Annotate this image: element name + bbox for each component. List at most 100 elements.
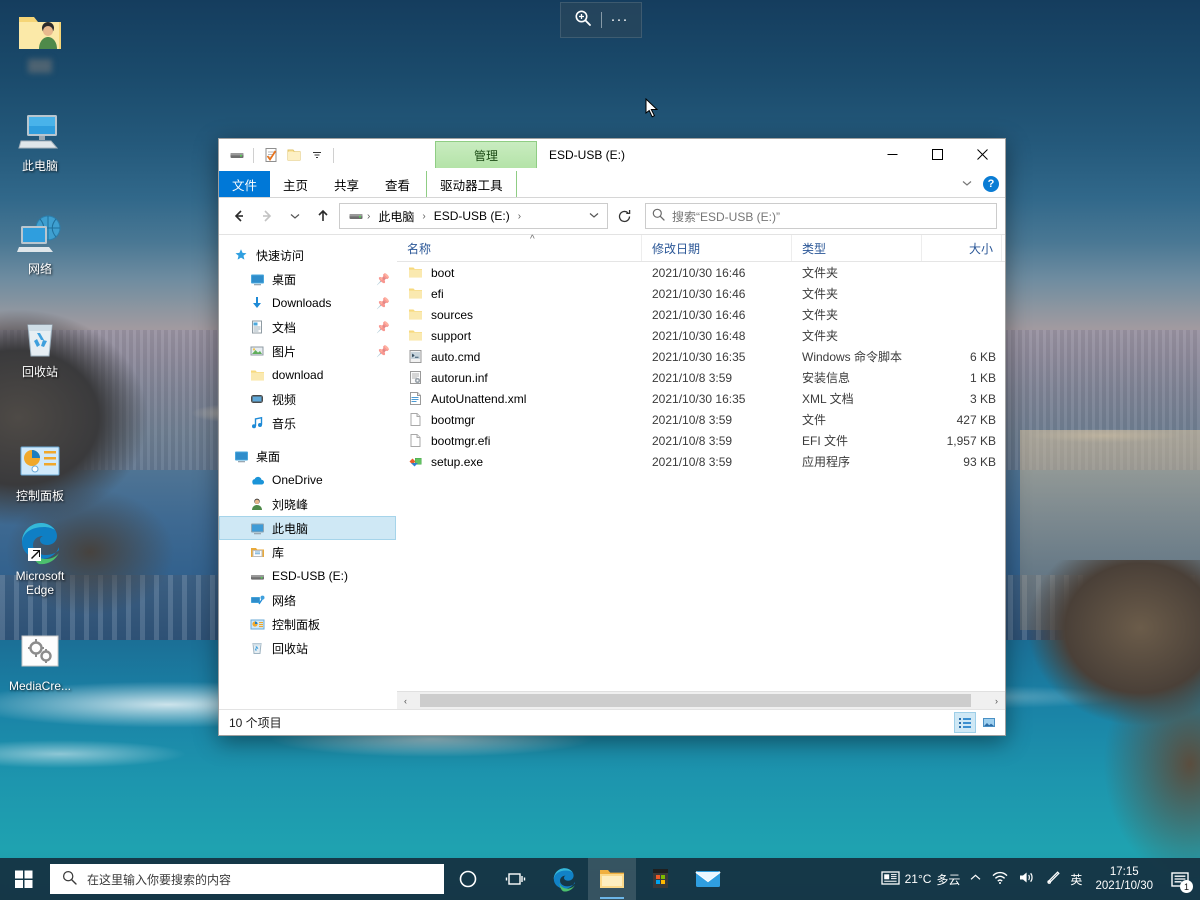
- table-row[interactable]: AutoUnattend.xml 2021/10/30 16:35 XML 文档…: [397, 388, 1005, 409]
- sidebar-item-libraries[interactable]: 库: [219, 540, 396, 564]
- refresh-button[interactable]: [612, 204, 636, 228]
- search-input[interactable]: 搜索“ESD-USB (E:)”: [645, 203, 997, 229]
- table-row[interactable]: sources 2021/10/30 16:46 文件夹: [397, 304, 1005, 325]
- horizontal-scrollbar[interactable]: ‹ ›: [397, 691, 1005, 709]
- breadcrumb-item-this-pc[interactable]: 此电脑: [373, 208, 419, 225]
- sidebar-item-network[interactable]: 网络: [219, 588, 396, 612]
- table-row[interactable]: bootmgr.efi 2021/10/8 3:59 EFI 文件 1,957 …: [397, 430, 1005, 451]
- sidebar-item-downloads[interactable]: Downloads 📌: [219, 291, 396, 315]
- cortana-button[interactable]: [444, 858, 492, 900]
- wifi-icon[interactable]: [991, 870, 1009, 888]
- tab-drive-tools[interactable]: 驱动器工具: [426, 171, 517, 197]
- address-row[interactable]: › 此电脑 › ESD-USB (E:) ›: [219, 198, 1005, 235]
- window-controls[interactable]: [870, 139, 1005, 170]
- breadcrumb-separator-3[interactable]: ›: [517, 211, 522, 222]
- column-header-type[interactable]: 类型: [792, 235, 922, 261]
- desktop-icon-edge[interactable]: Microsoft Edge: [2, 518, 78, 597]
- sidebar-item-this-pc[interactable]: 此电脑: [219, 516, 396, 540]
- ime-indicator[interactable]: 英: [1070, 871, 1082, 888]
- window-title-bar[interactable]: 管理 ESD-USB (E:): [219, 139, 1005, 171]
- breadcrumb-separator-2[interactable]: ›: [421, 211, 426, 222]
- pen-icon[interactable]: [1045, 870, 1061, 889]
- sidebar-item-esd-usb[interactable]: ESD-USB (E:): [219, 564, 396, 588]
- sidebar-item-user[interactable]: 刘晓峰: [219, 492, 396, 516]
- table-row[interactable]: setup.exe 2021/10/8 3:59 应用程序 93 KB: [397, 451, 1005, 472]
- notification-center-button[interactable]: 1: [1166, 858, 1194, 900]
- taskbar-clock[interactable]: 17:15 2021/10/30: [1091, 865, 1157, 893]
- table-row[interactable]: autorun.inf 2021/10/8 3:59 安装信息 1 KB: [397, 367, 1005, 388]
- column-header-name[interactable]: 名称: [397, 235, 642, 261]
- help-button[interactable]: ?: [983, 176, 999, 192]
- pin-icon[interactable]: 📌: [376, 297, 390, 310]
- close-button[interactable]: [960, 139, 1005, 170]
- desktop-icon-user-folder[interactable]: [2, 8, 78, 73]
- tab-file[interactable]: 文件: [219, 171, 270, 197]
- desktop-icon-control-panel[interactable]: 控制面板: [2, 438, 78, 503]
- maximize-button[interactable]: [915, 139, 960, 170]
- table-row[interactable]: support 2021/10/30 16:48 文件夹: [397, 325, 1005, 346]
- system-tray[interactable]: 21°C 多云: [881, 858, 1200, 900]
- quick-access-toolbar[interactable]: [219, 146, 337, 165]
- breadcrumb-separator[interactable]: ›: [366, 211, 371, 222]
- sidebar-item-recycle-bin[interactable]: 回收站: [219, 636, 396, 660]
- tab-home[interactable]: 主页: [270, 171, 321, 197]
- tab-share[interactable]: 共享: [321, 171, 372, 197]
- address-history-dropdown-icon[interactable]: [588, 209, 600, 224]
- desktop-icon-recycle-bin[interactable]: 回收站: [2, 314, 78, 379]
- file-explorer-button[interactable]: [588, 858, 636, 900]
- sidebar-item-desktop-root[interactable]: 桌面: [219, 444, 396, 468]
- taskbar-search-input[interactable]: 在这里输入你要搜索的内容: [50, 864, 444, 894]
- sidebar-item-download-folder[interactable]: download: [219, 363, 396, 387]
- sidebar-item-pictures[interactable]: 图片 📌: [219, 339, 396, 363]
- pin-icon[interactable]: 📌: [376, 273, 390, 286]
- file-list-pane[interactable]: 名称 修改日期 类型 大小 ^ boot 2021/10/30 16:46 文件…: [397, 235, 1005, 709]
- scrollbar-thumb[interactable]: [420, 694, 971, 707]
- microsoft-store-button[interactable]: [636, 858, 684, 900]
- speaker-icon[interactable]: [1018, 870, 1036, 888]
- edge-button[interactable]: [540, 858, 588, 900]
- pin-icon[interactable]: 📌: [376, 321, 390, 334]
- magnifier-zoom-in-icon[interactable]: [574, 9, 592, 32]
- table-row[interactable]: efi 2021/10/30 16:46 文件夹: [397, 283, 1005, 304]
- details-view-button[interactable]: [954, 712, 976, 733]
- up-button[interactable]: [311, 204, 335, 228]
- sidebar-item-desktop[interactable]: 桌面 📌: [219, 267, 396, 291]
- pin-icon[interactable]: 📌: [376, 345, 390, 358]
- desktop[interactable]: 此电脑 网络 回收站: [0, 0, 1200, 900]
- sidebar-item-control-panel[interactable]: 控制面板: [219, 612, 396, 636]
- tab-view[interactable]: 查看: [372, 171, 423, 197]
- breadcrumb-item-esd-usb[interactable]: ESD-USB (E:): [429, 209, 515, 223]
- properties-icon[interactable]: [261, 146, 280, 165]
- task-view-button[interactable]: [492, 858, 540, 900]
- customize-dropdown-icon[interactable]: [307, 146, 326, 165]
- windows-start-icon[interactable]: [0, 858, 48, 900]
- table-row[interactable]: bootmgr 2021/10/8 3:59 文件 427 KB: [397, 409, 1005, 430]
- desktop-icon-this-pc[interactable]: 此电脑: [2, 108, 78, 173]
- sidebar-item-quick-access[interactable]: 快速访问: [219, 243, 396, 267]
- scrollbar-track[interactable]: [414, 692, 988, 709]
- back-button[interactable]: [227, 204, 251, 228]
- table-row[interactable]: boot 2021/10/30 16:46 文件夹: [397, 262, 1005, 283]
- drive-icon[interactable]: [227, 146, 246, 165]
- ribbon-right-controls[interactable]: ?: [961, 171, 999, 197]
- scroll-right-button[interactable]: ›: [988, 692, 1005, 709]
- file-rows[interactable]: boot 2021/10/30 16:46 文件夹 efi 2021/10/30…: [397, 262, 1005, 691]
- recent-locations-button[interactable]: [283, 204, 307, 228]
- taskbar[interactable]: 在这里输入你要搜索的内容: [0, 858, 1200, 900]
- desktop-icon-media-creation-tool[interactable]: MediaCre...: [2, 628, 78, 693]
- mail-button[interactable]: [684, 858, 732, 900]
- column-headers[interactable]: 名称 修改日期 类型 大小 ^: [397, 235, 1005, 262]
- magnifier-toolbar[interactable]: ···: [560, 2, 642, 38]
- minimize-button[interactable]: [870, 139, 915, 170]
- column-header-date[interactable]: 修改日期: [642, 235, 792, 261]
- sidebar-item-onedrive[interactable]: OneDrive: [219, 468, 396, 492]
- scroll-left-button[interactable]: ‹: [397, 692, 414, 709]
- column-header-size[interactable]: 大小: [922, 235, 1002, 261]
- sidebar-item-documents[interactable]: 文档 📌: [219, 315, 396, 339]
- sidebar-item-music[interactable]: 音乐: [219, 411, 396, 435]
- chevron-down-icon[interactable]: [961, 177, 973, 192]
- sidebar-item-videos[interactable]: 视频: [219, 387, 396, 411]
- new-folder-icon[interactable]: [284, 146, 303, 165]
- magnifier-more-icon[interactable]: ···: [611, 15, 629, 25]
- desktop-icon-network[interactable]: 网络: [2, 211, 78, 276]
